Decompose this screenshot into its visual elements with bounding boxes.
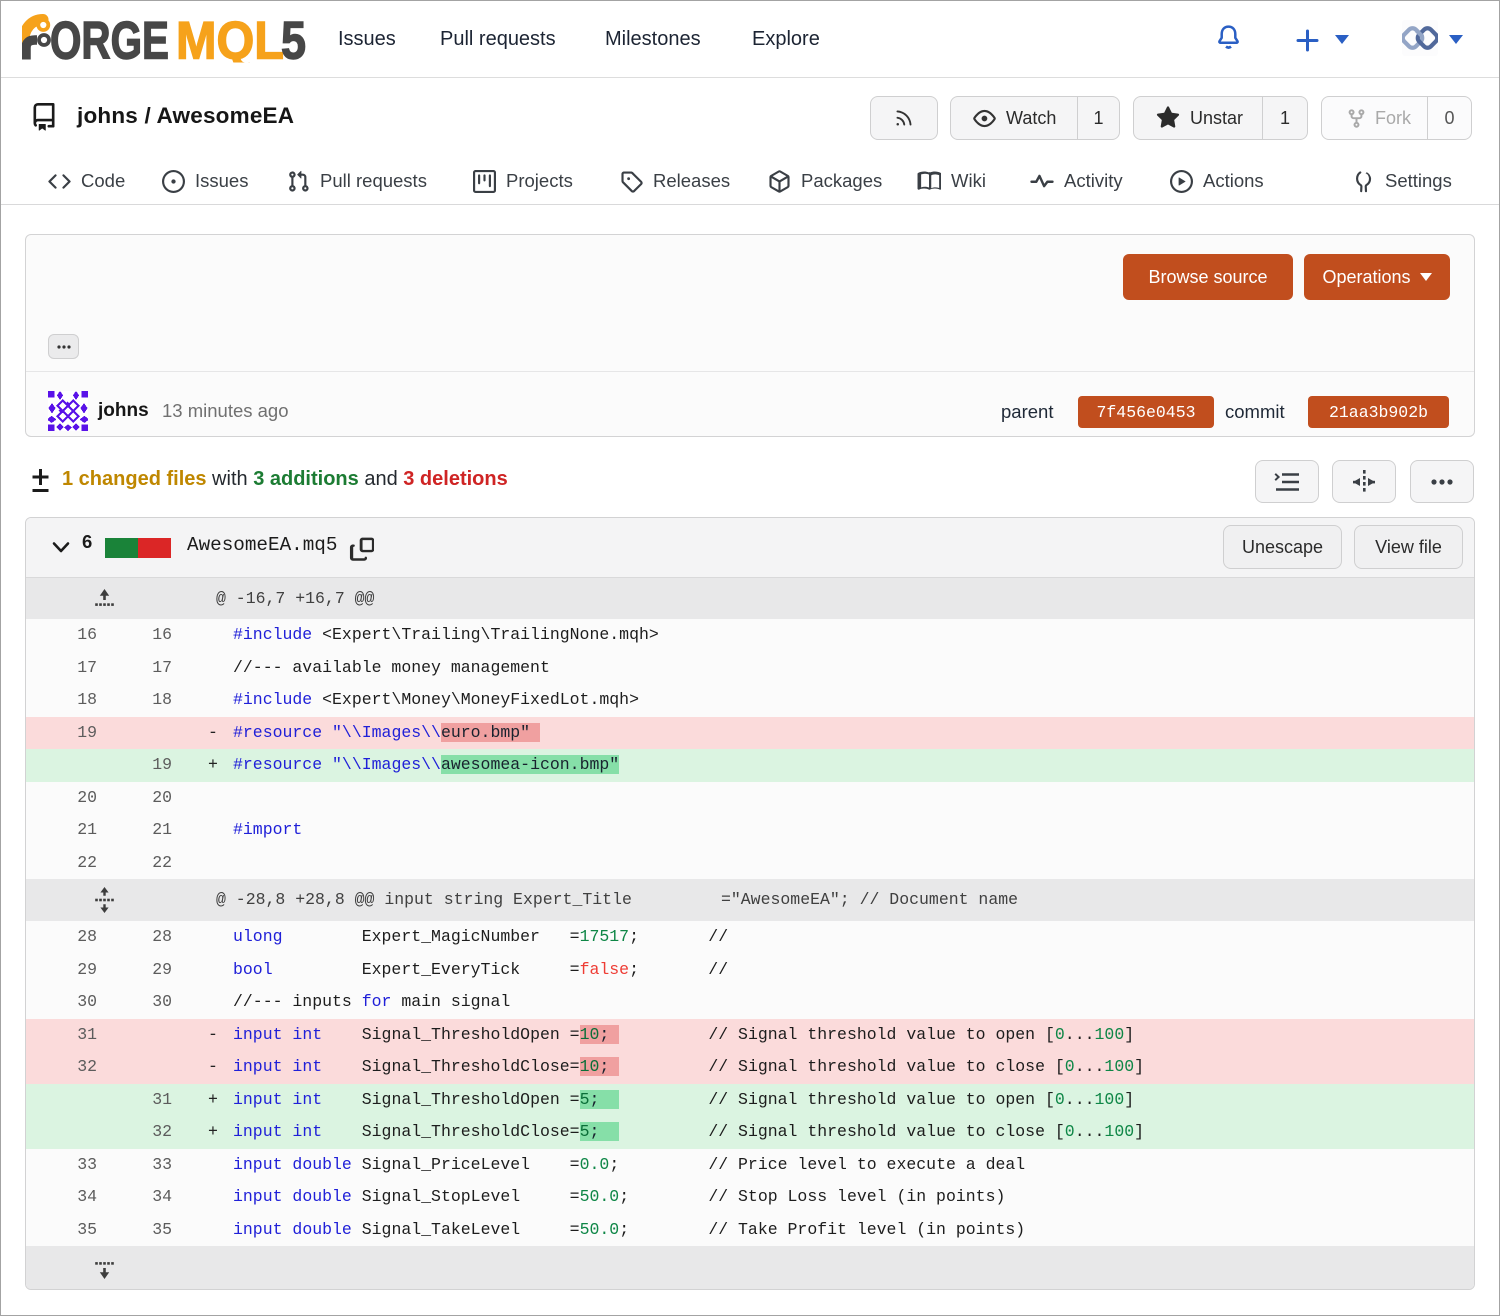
svg-text:ORGE: ORGE — [50, 12, 169, 71]
svg-text:MQL: MQL — [176, 12, 284, 71]
svg-text:5: 5 — [281, 12, 306, 71]
